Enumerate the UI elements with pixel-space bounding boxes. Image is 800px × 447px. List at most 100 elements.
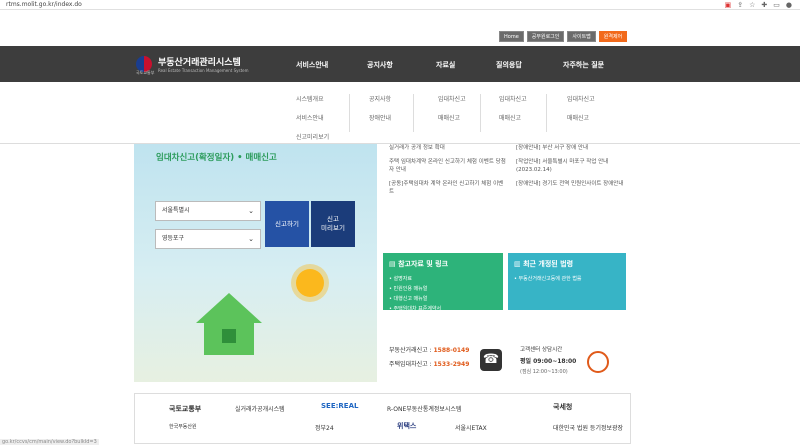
reference-link[interactable]: • 대행신고 매뉴얼 xyxy=(389,295,497,302)
home-link[interactable]: Home xyxy=(499,31,524,42)
reference-link[interactable]: • 설명자료 xyxy=(389,275,497,282)
menu-notices[interactable]: 공지사항 xyxy=(369,94,391,103)
law-link[interactable]: • 부동산거래신고등에 관한 법률 xyxy=(514,275,620,282)
preview-button-line1: 신고 xyxy=(327,215,339,223)
banner-label: SEE:REAL xyxy=(321,402,359,410)
banner-etax[interactable]: 서울시ETAX xyxy=(455,423,487,432)
remote-control-link[interactable]: 원격제어 xyxy=(598,31,628,42)
references-title-text: 참고자료 및 링크 xyxy=(398,260,449,268)
banner-seereal[interactable]: SEE:REAL xyxy=(321,402,358,410)
status-bar: go.kr/ccvs/cm/main/view.do?bulkId=3 xyxy=(0,439,99,445)
banner-label: 실거래가공개시스템 xyxy=(235,406,285,413)
official-login-link[interactable]: 공무원로그인 xyxy=(526,31,565,42)
chevron-down-icon: ⌄ xyxy=(248,207,254,215)
reference-link[interactable]: • 민원인용 매뉴얼 xyxy=(389,285,497,292)
banner-label: 위택스 xyxy=(397,422,417,430)
banner-court[interactable]: 대한민국 법원 등기정보광장 xyxy=(553,423,623,432)
menu-resources-lease[interactable]: 임대차신고 xyxy=(438,94,466,103)
banner-nts[interactable]: 국세청 xyxy=(553,402,572,412)
logo-subtitle: Real Estate Transaction Management Syste… xyxy=(158,68,249,73)
banner-label: 서울시ETAX xyxy=(455,425,487,432)
document-icon: ▤ xyxy=(389,260,399,268)
references-title: ▤ 참고자료 및 링크 xyxy=(389,259,497,269)
banner-label: 국세청 xyxy=(553,403,573,411)
notice-item[interactable]: 주택 임대차계약 온라인 신고하기 체험 이벤트 당첨자 안내 xyxy=(389,158,507,174)
emblem-label: 국토교통부 xyxy=(136,70,155,75)
menu-faq-lease[interactable]: 임대차신고 xyxy=(567,94,595,103)
report-preview-button[interactable]: 신고 미리보기 xyxy=(311,201,355,247)
nav-faq[interactable]: 자주하는 질문 xyxy=(563,60,604,70)
banner-label: 한국부동산원 xyxy=(169,424,197,430)
banner-rone[interactable]: R-ONE부동산통계정보시스템 xyxy=(387,404,461,413)
banner-wetax[interactable]: 위택스 xyxy=(397,421,416,431)
address-bar[interactable]: rtms.molit.go.kr/index.do xyxy=(6,1,82,8)
clock-icon xyxy=(587,351,609,373)
lease-phone-label: 주택임대차신고 : xyxy=(389,361,432,368)
menu-divider xyxy=(546,94,547,132)
phone-contacts: 부동산거래신고 : 1588-0149 주택임대차신고 : 1533-2949 xyxy=(389,345,469,368)
sido-select[interactable]: 서울특별시 ⌄ xyxy=(155,201,261,221)
related-sites-banner: 국토교통부 실거래가공개시스템 SEE:REAL R-ONE부동산통계정보시스템… xyxy=(134,393,631,444)
reference-link[interactable]: • 주택임대차 표준계약서 xyxy=(389,305,497,312)
nav-notices[interactable]: 공지사항 xyxy=(367,60,393,70)
banner-molit[interactable]: 국토교통부 xyxy=(169,404,201,414)
phone-icon: ☎ xyxy=(480,349,502,371)
law-link-text: 부동산거래신고등에 관한 법률 xyxy=(518,276,582,282)
logo-title: 부동산거래관리시스템 xyxy=(158,58,241,68)
house-illustration xyxy=(196,293,262,355)
menu-qna-sale[interactable]: 매매신고 xyxy=(499,113,527,122)
notice-list-left: 실거래가 공개 정보 확대 주택 임대차계약 온라인 신고하기 체험 이벤트 당… xyxy=(389,144,507,252)
nav-service-guide[interactable]: 서비스안내 xyxy=(296,60,328,70)
service-hours: 고객센터 상담시간 평일 09:00~18:00 (점심 12:00~13:00… xyxy=(520,345,576,375)
menu-report-preview[interactable]: 신고미리보기 xyxy=(296,132,329,141)
menu-qna-lease[interactable]: 임대차신고 xyxy=(499,94,527,103)
hero-panel: 임대차신고(확정일자) • 매매신고 서울특별시 ⌄ 영등포구 ⌄ 신고하기 신고 미… xyxy=(134,144,377,382)
reference-link-text: 설명자료 xyxy=(393,276,412,282)
menu-outage-info[interactable]: 장애안내 xyxy=(369,113,391,122)
notice-item[interactable]: [장애안내] 경기도 전역 민원인사이트 장애안내 xyxy=(516,180,634,188)
nav-qna[interactable]: 질의응답 xyxy=(496,60,522,70)
browser-toolbar: rtms.molit.go.kr/index.do ▣ ⇪ ☆ ✚ ▭ ● xyxy=(0,0,800,10)
preview-button-line2: 미리보기 xyxy=(321,224,345,232)
banner-real-price[interactable]: 실거래가공개시스템 xyxy=(235,404,285,413)
star-icon[interactable]: ☆ xyxy=(749,1,755,9)
camera-icon[interactable]: ▣ xyxy=(725,1,732,9)
banner-label: R-ONE부동산통계정보시스템 xyxy=(387,406,462,413)
window-icon[interactable]: ▭ xyxy=(773,1,780,9)
sido-value: 서울특별시 xyxy=(162,207,190,214)
chevron-down-icon: ⌄ xyxy=(248,235,254,243)
references-card: ▤ 참고자료 및 링크 • 설명자료 • 민원인용 매뉴얼 • 대행신고 매뉴얼… xyxy=(383,253,503,312)
sitemap-link[interactable]: 사이트맵 xyxy=(567,31,596,42)
notice-item[interactable]: [작업안내] 서울특별시 마포구 작업 안내 (2023.02.14) xyxy=(516,158,634,174)
menu-service-guide[interactable]: 서비스안내 xyxy=(296,113,329,122)
nav-resources[interactable]: 자료실 xyxy=(436,60,455,70)
menu-resources-sale[interactable]: 매매신고 xyxy=(438,113,466,122)
notice-item[interactable]: [공동]주택임대차 계약 온라인 신고하기 체험 이벤트 xyxy=(389,180,507,196)
report-button[interactable]: 신고하기 xyxy=(265,201,309,247)
reference-link-text: 민원인용 매뉴얼 xyxy=(393,286,428,292)
mega-menu: 시스템개요 서비스안내 신고미리보기 공지사항 장애안내 임대차신고 매매신고 … xyxy=(0,82,800,144)
notice-list-right: [장애안내] 부산 서구 장애 안내 [작업안내] 서울특별시 마포구 작업 안… xyxy=(516,144,634,252)
banner-label: 정부24 xyxy=(315,425,334,432)
menu-system-overview[interactable]: 시스템개요 xyxy=(296,94,329,103)
puzzle-icon[interactable]: ✚ xyxy=(761,1,767,9)
banner-reb[interactable]: 한국부동산원 xyxy=(169,423,197,430)
reference-link-text: 주택임대차 표준계약서 xyxy=(393,306,442,312)
site-logo[interactable]: 국토교통부 부동산거래관리시스템 Real Estate Transaction… xyxy=(136,55,249,75)
menu-divider xyxy=(413,94,414,132)
sigungu-select[interactable]: 영등포구 ⌄ xyxy=(155,229,261,249)
recent-laws-title-text: 최근 개정된 법령 xyxy=(523,260,574,268)
share-icon[interactable]: ⇪ xyxy=(737,1,743,9)
banner-gov24[interactable]: 정부24 xyxy=(315,423,334,432)
hero-title: 임대차신고(확정일자) • 매매신고 xyxy=(156,153,277,163)
header-bar xyxy=(0,46,800,82)
profile-icon[interactable]: ● xyxy=(786,1,792,9)
recent-laws-card: ▥ 최근 개정된 법령 • 부동산거래신고등에 관한 법률 xyxy=(508,253,626,310)
menu-faq-sale[interactable]: 매매신고 xyxy=(567,113,595,122)
sigungu-value: 영등포구 xyxy=(162,235,185,242)
menu-divider xyxy=(349,94,350,132)
menu-divider xyxy=(480,94,481,132)
notice-item[interactable]: 실거래가 공개 정보 확대 xyxy=(389,144,507,152)
notice-item[interactable]: [장애안내] 부산 서구 장애 안내 xyxy=(516,144,634,152)
utility-nav: Home 공무원로그인 사이트맵 원격제어 xyxy=(499,31,628,42)
